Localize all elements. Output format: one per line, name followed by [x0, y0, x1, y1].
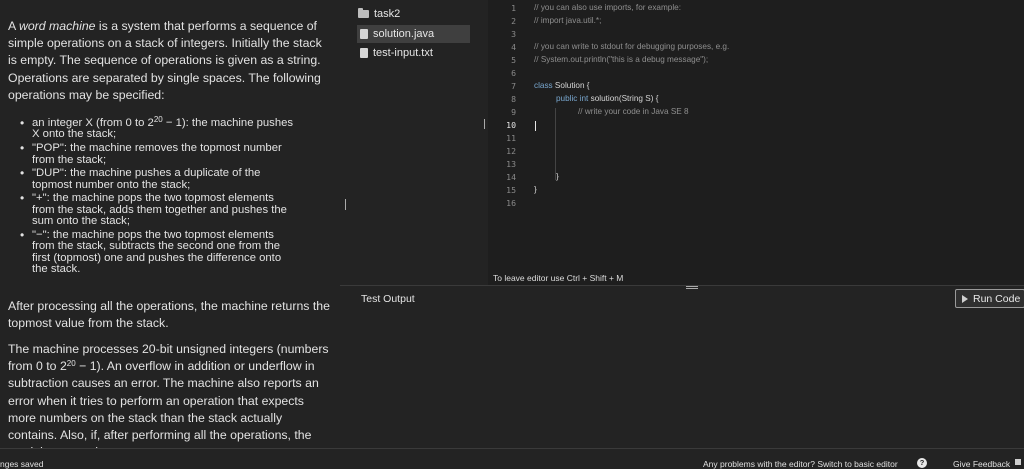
file-icon: [360, 48, 368, 58]
line-number: 9: [511, 107, 516, 117]
help-icon[interactable]: ?: [917, 458, 927, 468]
list-item: "+": the machine pops the two topmost el…: [20, 193, 294, 227]
code-line: // write your code in Java SE 8: [578, 107, 689, 116]
list-item: an integer X (from 0 to 220 − 1): the ma…: [20, 116, 294, 141]
operations-list: an integer X (from 0 to 220 − 1): the ma…: [20, 116, 294, 278]
tree-file-solution[interactable]: solution.java: [357, 25, 470, 43]
tree-file-test-input[interactable]: test-input.txt: [360, 44, 433, 62]
list-item: "DUP": the machine pushes a duplicate of…: [20, 168, 294, 191]
file-label: solution.java: [373, 28, 435, 40]
task-constraints-paragraph: The machine processes 20-bit unsigned in…: [8, 342, 329, 448]
line-number: 10: [506, 120, 516, 130]
list-item: "−": the machine pops the two topmost el…: [20, 229, 294, 276]
line-number: 11: [506, 133, 516, 143]
play-icon: [962, 294, 968, 303]
line-number: 6: [511, 68, 516, 78]
task-panel-resize-handle[interactable]: [345, 199, 346, 210]
line-number: 14: [506, 172, 516, 182]
run-code-label: Run Code: [973, 292, 1021, 305]
line-number: 4: [511, 42, 516, 52]
run-code-button[interactable]: Run Code: [955, 289, 1024, 308]
file-icon: [360, 29, 368, 39]
editor-hint: To leave editor use Ctrl + Shift + M: [493, 273, 624, 283]
list-item: "POP": the machine removes the topmost n…: [20, 142, 294, 166]
code-line: // you can write to stdout for debugging…: [534, 42, 730, 51]
task-intro-paragraph: A word machine is a system that performs…: [8, 19, 322, 102]
code-line: public int solution(String S) {: [556, 94, 659, 103]
flag-icon[interactable]: [1015, 459, 1021, 465]
save-status: nges saved: [0, 459, 44, 469]
line-number: 1: [511, 3, 516, 13]
task-description-panel: A word machine is a system that performs…: [0, 0, 340, 448]
text-cursor: [535, 121, 536, 131]
file-label: test-input.txt: [373, 47, 433, 59]
tree-resize-handle[interactable]: [484, 119, 485, 129]
code-line: // import java.util.*;: [534, 16, 602, 25]
indent-guide: [555, 108, 556, 180]
editor-output-divider: [340, 285, 1024, 286]
line-number: 12: [506, 146, 516, 156]
tree-folder-task2[interactable]: task2: [358, 5, 400, 23]
line-number: 15: [506, 185, 516, 195]
resize-grip-icon[interactable]: [686, 286, 698, 289]
code-line: // System.out.println("this is a debug m…: [534, 55, 709, 64]
line-number: 8: [511, 94, 516, 104]
test-output-title: Test Output: [361, 293, 415, 305]
folder-icon: [358, 8, 369, 18]
line-number: 13: [506, 159, 516, 169]
line-number: 3: [511, 29, 516, 39]
code-line: }: [534, 185, 537, 194]
folder-label: task2: [374, 8, 401, 20]
status-bar: nges saved Any problems with the editor?…: [0, 448, 1024, 469]
task-result-paragraph: After processing all the operations, the…: [8, 299, 330, 331]
switch-editor-link[interactable]: Any problems with the editor? Switch to …: [703, 459, 898, 469]
line-number: 2: [511, 16, 516, 26]
line-number: 16: [506, 198, 516, 208]
line-number: 5: [511, 55, 516, 65]
line-number: 7: [511, 81, 516, 91]
code-line: }: [556, 172, 559, 181]
code-line: class Solution {: [534, 81, 590, 90]
code-line: // you can also use imports, for example…: [534, 3, 681, 12]
file-tree: task2 solution.java test-input.txt: [348, 0, 482, 285]
give-feedback-link[interactable]: Give Feedback: [953, 459, 1010, 469]
